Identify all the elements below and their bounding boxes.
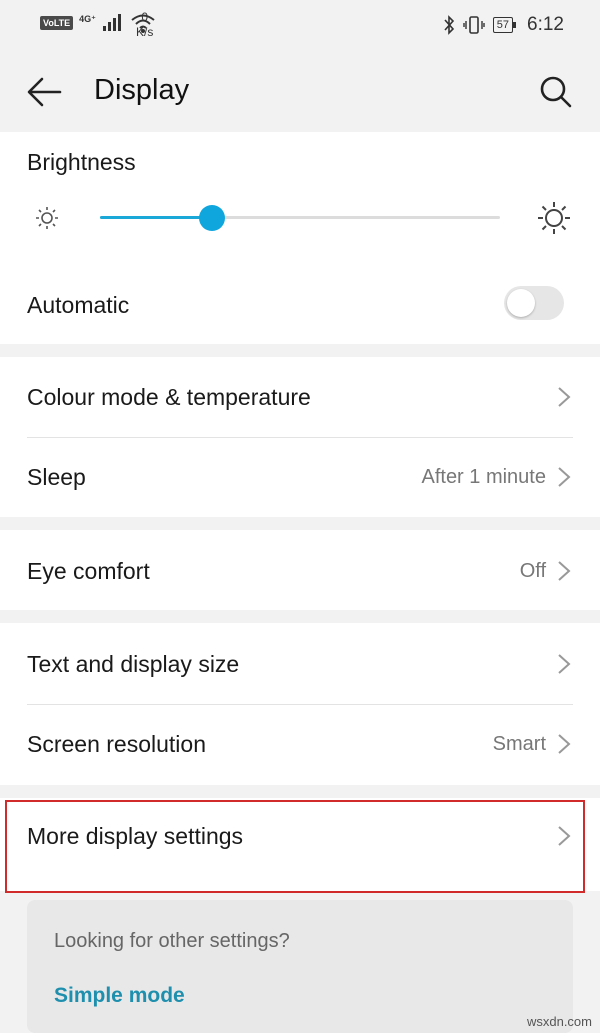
- screen-resolution-row[interactable]: Screen resolution Smart: [0, 705, 600, 785]
- colour-sleep-card: Colour mode & temperature Sleep After 1 …: [0, 357, 600, 517]
- sleep-value: After 1 minute: [421, 466, 546, 488]
- screen-resolution-value: Smart: [492, 733, 546, 755]
- suggestion-box: Looking for other settings? Simple mode: [27, 900, 573, 1033]
- speed-value: 0: [141, 10, 149, 24]
- battery-icon: 57: [492, 17, 517, 33]
- text-size-row[interactable]: Text and display size: [0, 623, 600, 704]
- bluetooth-icon: [444, 15, 454, 35]
- page-title: Display: [94, 74, 190, 106]
- back-arrow-icon[interactable]: [24, 72, 64, 112]
- signal-icon: [102, 14, 121, 31]
- display-size-card: Text and display size Screen resolution …: [0, 623, 600, 785]
- eye-comfort-label: Eye comfort: [27, 558, 150, 584]
- search-icon[interactable]: [536, 72, 576, 112]
- sleep-row[interactable]: Sleep After 1 minute: [0, 438, 600, 517]
- brightness-card: Brightness Automatic: [0, 132, 600, 344]
- chevron-right-icon: [558, 467, 571, 487]
- text-size-label: Text and display size: [27, 651, 240, 677]
- automatic-toggle[interactable]: [504, 286, 564, 320]
- clock: 6:12: [527, 14, 564, 35]
- brightness-slider-fill: [100, 216, 212, 219]
- brightness-low-icon: [36, 207, 58, 229]
- chevron-right-icon: [558, 654, 571, 674]
- simple-mode-link[interactable]: Simple mode: [54, 984, 185, 1008]
- data-speed: 0 K/s: [136, 10, 153, 40]
- app-bar: Display: [0, 52, 600, 132]
- brightness-slider-thumb[interactable]: [199, 205, 225, 231]
- watermark: wsxdn.com: [526, 1014, 592, 1029]
- chevron-right-icon: [558, 387, 571, 407]
- suggestion-question: Looking for other settings?: [54, 930, 290, 952]
- automatic-label: Automatic: [27, 292, 130, 318]
- highlight-box: [5, 800, 585, 893]
- chevron-right-icon: [558, 561, 571, 581]
- status-bar: VoLTE 4G⁺ 0 K/s 57 6:12: [0, 0, 600, 52]
- volte-badge: VoLTE: [40, 16, 74, 30]
- vibrate-icon: [463, 16, 485, 34]
- brightness-slider[interactable]: [100, 216, 500, 219]
- eye-comfort-value: Off: [519, 560, 546, 582]
- sleep-label: Sleep: [27, 464, 86, 490]
- chevron-right-icon: [558, 734, 571, 754]
- eye-comfort-card[interactable]: Eye comfort Off: [0, 530, 600, 610]
- toggle-knob: [507, 289, 535, 317]
- network-type: 4G⁺: [79, 14, 96, 24]
- brightness-high-icon: [538, 202, 570, 234]
- colour-mode-label: Colour mode & temperature: [27, 384, 311, 410]
- screen-resolution-label: Screen resolution: [27, 731, 206, 757]
- brightness-label: Brightness: [27, 149, 136, 175]
- speed-unit: K/s: [136, 25, 154, 39]
- colour-mode-row[interactable]: Colour mode & temperature: [0, 357, 600, 437]
